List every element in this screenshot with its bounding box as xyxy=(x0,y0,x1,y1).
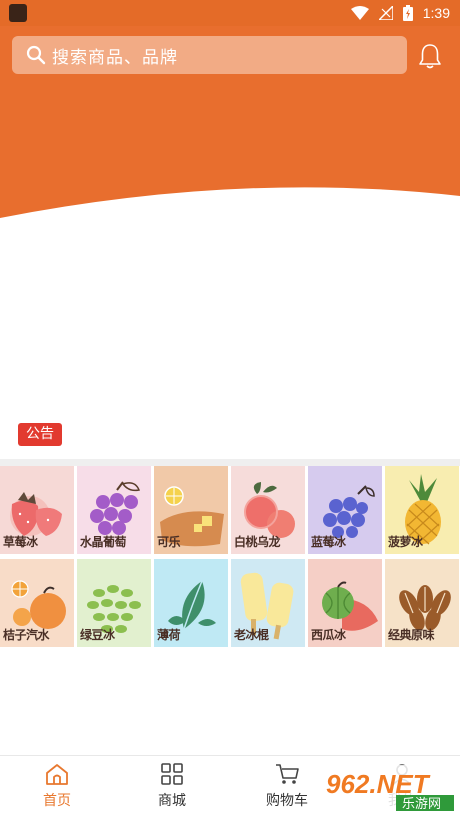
product-tile-grape[interactable]: 水晶葡萄 xyxy=(77,466,151,554)
product-tile-mint[interactable]: 薄荷 xyxy=(154,559,228,647)
signal-icon xyxy=(378,6,393,20)
home-icon xyxy=(46,764,68,785)
battery-icon xyxy=(402,5,413,21)
app-notification-icon xyxy=(9,4,27,22)
search-placeholder: 搜索商品、品牌 xyxy=(52,47,178,68)
grid-icon xyxy=(161,763,183,785)
notice-tag[interactable]: 公告 xyxy=(18,423,62,446)
wifi-icon xyxy=(350,6,369,20)
bell-icon[interactable] xyxy=(416,42,444,70)
watermark-sub-text: 乐游网 xyxy=(402,797,441,812)
product-tile-blueberry[interactable]: 蓝莓冰 xyxy=(308,466,382,554)
cart-icon xyxy=(276,764,299,784)
product-tile-classic[interactable]: 经典原味 xyxy=(385,559,459,647)
product-name: 可乐 xyxy=(157,535,181,549)
tab-home[interactable]: 首页 xyxy=(22,762,92,812)
product-name: 菠萝冰 xyxy=(388,535,423,549)
product-tile-cola[interactable]: 可乐 xyxy=(154,466,228,554)
product-name: 桔子汽水 xyxy=(3,628,50,642)
product-tile-mung-bean[interactable]: 绿豆冰 xyxy=(77,559,151,647)
watermark-main-text: 962.NET xyxy=(326,769,431,799)
tab-label: 商城 xyxy=(158,793,186,809)
product-tile-strawberry[interactable]: 草莓冰 xyxy=(0,466,74,554)
product-name: 草莓冰 xyxy=(3,535,38,549)
product-name: 水晶葡萄 xyxy=(80,535,127,549)
product-tile-peach[interactable]: 白桃乌龙 xyxy=(231,466,305,554)
search-input[interactable]: 搜索商品、品牌 xyxy=(12,36,407,74)
status-time: 1:39 xyxy=(422,5,450,21)
product-name: 薄荷 xyxy=(157,628,181,642)
product-name: 蓝莓冰 xyxy=(311,535,346,549)
header-banner: 搜索商品、品牌 xyxy=(0,26,460,226)
product-tile-pineapple[interactable]: 菠萝冰 xyxy=(385,466,459,554)
status-indicators: 1:39 xyxy=(350,3,450,23)
watermark-logo: 962.NET 乐游网 xyxy=(320,765,456,813)
search-icon xyxy=(26,45,46,65)
product-name: 绿豆冰 xyxy=(80,628,115,642)
product-tile-popsicle[interactable]: 老冰棍 xyxy=(231,559,305,647)
section-divider xyxy=(0,459,460,466)
tab-cart[interactable]: 购物车 xyxy=(252,762,322,812)
product-name: 经典原味 xyxy=(388,628,435,642)
tab-label: 购物车 xyxy=(266,793,308,809)
product-name: 西瓜冰 xyxy=(311,628,346,642)
product-name: 白桃乌龙 xyxy=(234,535,281,549)
product-tile-orange[interactable]: 桔子汽水 xyxy=(0,559,74,647)
product-name: 老冰棍 xyxy=(234,628,269,642)
tab-mall[interactable]: 商城 xyxy=(137,762,207,812)
tab-label: 首页 xyxy=(43,793,71,809)
product-tile-watermelon[interactable]: 西瓜冰 xyxy=(308,559,382,647)
status-bar: 1:39 xyxy=(0,0,460,26)
